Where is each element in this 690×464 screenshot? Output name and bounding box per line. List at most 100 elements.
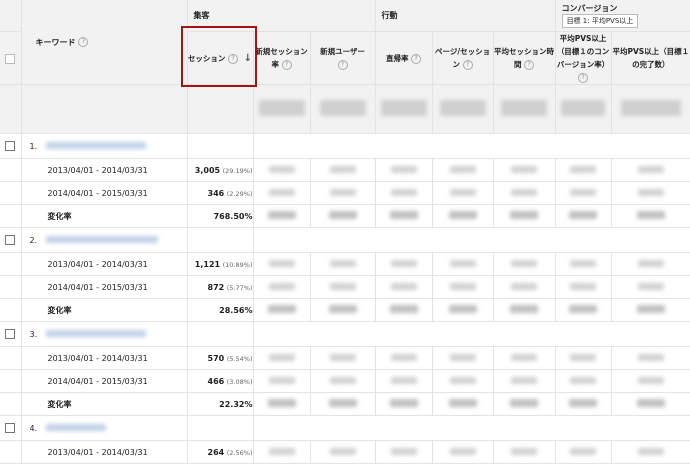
period-row: 2013/04/01 - 2014/03/31 570 (5.54%) — [0, 346, 690, 370]
change-value: 22.32% — [187, 392, 254, 416]
blurred-value — [390, 259, 417, 267]
blurred-value — [449, 259, 476, 267]
period-row: 2013/04/01 - 2014/03/31 264 (2.56%) — [0, 440, 690, 464]
period-row: 2014/04/01 - 2015/03/31 872 (5.77%) — [0, 275, 690, 299]
blurred-value — [389, 305, 418, 313]
blurred-value — [390, 188, 417, 196]
col-avg-session-duration[interactable]: 平均セッション時間 ? — [493, 31, 556, 85]
blurred-value — [449, 376, 476, 384]
group-conversion: コンバージョン 目標 1: 平均PVS以上 — [555, 0, 690, 32]
col-goal-cvr[interactable]: 平均PVS以上（目標１のコンバージョン率） ? — [555, 31, 612, 85]
blurred-value — [636, 211, 665, 219]
blurred-value — [510, 399, 539, 407]
question-icon[interactable]: ? — [281, 60, 292, 70]
blurred-value — [637, 282, 664, 290]
period-label: 2013/04/01 - 2014/03/31 — [21, 440, 188, 464]
checkbox-icon[interactable] — [5, 423, 15, 433]
row-index: 1. — [29, 141, 38, 151]
question-icon[interactable]: ? — [462, 60, 473, 70]
blurred-value — [268, 165, 295, 173]
blurred-keyword-link[interactable] — [45, 423, 106, 431]
question-icon[interactable]: ? — [337, 60, 348, 70]
col-pages-per-session[interactable]: ページ/セッション ? — [432, 31, 494, 85]
change-row: 変化率 28.56% — [0, 298, 690, 322]
blurred-summary — [561, 100, 606, 116]
keyword-column-header[interactable]: キーワード ? — [21, 0, 188, 85]
blurred-value — [511, 188, 538, 196]
blurred-value — [329, 282, 356, 290]
col-bounce-rate[interactable]: 直帰率 ? — [375, 31, 433, 85]
blurred-keyword-link[interactable] — [45, 329, 146, 337]
keyword-row[interactable]: 3. — [0, 321, 690, 347]
question-icon[interactable]: ? — [524, 60, 535, 70]
blurred-value — [329, 447, 356, 455]
blurred-value — [329, 165, 356, 173]
keyword-row[interactable]: 2. — [0, 227, 690, 253]
sessions-cell: 264 (2.56%) — [187, 440, 254, 464]
question-icon[interactable]: ? — [411, 53, 422, 64]
goal-select[interactable]: 目標 1: 平均PVS以上 — [561, 14, 639, 28]
blurred-value — [449, 353, 476, 361]
blurred-value — [511, 447, 538, 455]
checkbox-icon[interactable] — [5, 235, 15, 245]
change-value: 768.50% — [187, 204, 254, 228]
sessions-value: 3,005 — [194, 165, 221, 175]
blurred-keyword-link[interactable] — [45, 235, 158, 243]
checkbox-icon[interactable] — [5, 329, 15, 339]
blurred-value — [390, 376, 417, 384]
select-all-checkbox-cell — [0, 31, 22, 85]
blurred-value — [510, 305, 539, 313]
col-bounce-rate-label: 直帰率 — [385, 53, 409, 63]
keyword-label: キーワード — [35, 37, 76, 47]
question-icon[interactable]: ? — [578, 73, 589, 83]
blurred-value — [511, 165, 538, 173]
blurred-value — [636, 399, 665, 407]
question-icon[interactable]: ? — [78, 37, 89, 47]
period-row: 2014/04/01 - 2015/03/31 346 (2.29%) — [0, 181, 690, 205]
change-label: 変化率 — [21, 298, 188, 322]
col-new-session-rate[interactable]: 新規セッション率 ? — [253, 31, 311, 85]
blurred-value — [268, 188, 295, 196]
keyword-table: キーワード ? 集客 行動 コンバージョン 目標 1: 平均PVS以上 セッショ… — [0, 0, 690, 464]
col-goal-completions[interactable]: 平均PVS以上（目標１の完了数） — [611, 31, 690, 85]
period-label: 2014/04/01 - 2015/03/31 — [21, 369, 188, 393]
col-new-users[interactable]: 新規ユーザー? — [310, 31, 376, 85]
blurred-value — [267, 305, 296, 313]
period-label: 2013/04/01 - 2014/03/31 — [21, 158, 188, 182]
keyword-row[interactable]: 1. — [0, 133, 690, 159]
checkbox-icon[interactable] — [5, 53, 15, 64]
change-value: 28.56% — [187, 298, 254, 322]
blurred-value — [268, 376, 295, 384]
blurred-value — [328, 399, 357, 407]
col-goal-cvr-label: 平均PVS以上（目標１のコンバージョン率） — [556, 34, 610, 69]
period-label: 2014/04/01 - 2015/03/31 — [21, 275, 188, 299]
blurred-value — [636, 305, 665, 313]
blurred-value — [268, 282, 295, 290]
blurred-value — [637, 188, 664, 196]
sessions-value: 1,121 — [194, 259, 221, 269]
sessions-cell: 1,121 (10.89%) — [187, 252, 254, 276]
sessions-share: (3.08%) — [226, 377, 253, 386]
blurred-summary — [620, 100, 681, 116]
blurred-value — [637, 353, 664, 361]
change-row: 変化率 22.32% — [0, 392, 690, 416]
blurred-value — [329, 353, 356, 361]
blurred-value — [569, 211, 598, 219]
blurred-value — [510, 211, 539, 219]
sessions-cell: 570 (5.54%) — [187, 346, 254, 370]
blurred-value — [389, 211, 418, 219]
col-goal-completions-label: 平均PVS以上（目標１の完了数） — [612, 47, 690, 69]
blurred-value — [328, 211, 357, 219]
blurred-summary — [258, 100, 305, 116]
blurred-value — [637, 259, 664, 267]
blurred-value — [268, 353, 295, 361]
summary-row — [0, 84, 690, 134]
blurred-value — [390, 447, 417, 455]
blurred-keyword-link[interactable] — [45, 141, 146, 149]
checkbox-icon[interactable] — [5, 141, 15, 151]
change-label: 変化率 — [21, 204, 188, 228]
keyword-row[interactable]: 4. — [0, 415, 690, 441]
period-row: 2013/04/01 - 2014/03/31 3,005 (29.19%) — [0, 158, 690, 182]
blurred-value — [449, 447, 476, 455]
change-row: 変化率 768.50% — [0, 204, 690, 228]
